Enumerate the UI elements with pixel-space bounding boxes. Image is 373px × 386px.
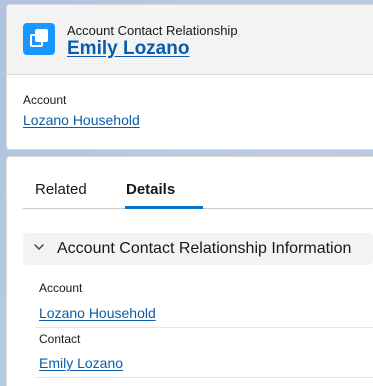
field-contact-link[interactable]: Emily Lozano bbox=[39, 355, 123, 371]
highlight-account-link[interactable]: Lozano Household bbox=[23, 112, 140, 128]
record-detail-card: Related Details Account Contact Relation… bbox=[6, 156, 373, 386]
highlight-account-label: Account bbox=[23, 93, 67, 107]
field-contact-label: Contact bbox=[39, 332, 81, 346]
section-title: Account Contact Relationship Information bbox=[57, 240, 352, 257]
field-divider bbox=[35, 327, 373, 328]
field-divider bbox=[35, 377, 373, 378]
record-name-link[interactable]: Emily Lozano bbox=[67, 38, 189, 60]
account-contact-relationship-icon bbox=[23, 23, 55, 55]
record-header: Account Contact Relationship Emily Lozan… bbox=[6, 4, 373, 150]
active-tab-indicator bbox=[125, 206, 203, 209]
section-header-toggle[interactable]: Account Contact Relationship Information bbox=[23, 233, 373, 265]
chevron-down-icon bbox=[34, 244, 44, 250]
tab-bar: Related Details bbox=[23, 157, 373, 209]
tab-details[interactable]: Details bbox=[126, 181, 175, 198]
field-account-label: Account bbox=[39, 281, 83, 295]
tab-related[interactable]: Related bbox=[35, 181, 87, 198]
object-type-label: Account Contact Relationship bbox=[67, 23, 238, 38]
field-account-link[interactable]: Lozano Household bbox=[39, 305, 156, 321]
record-header-top: Account Contact Relationship Emily Lozan… bbox=[7, 5, 373, 75]
